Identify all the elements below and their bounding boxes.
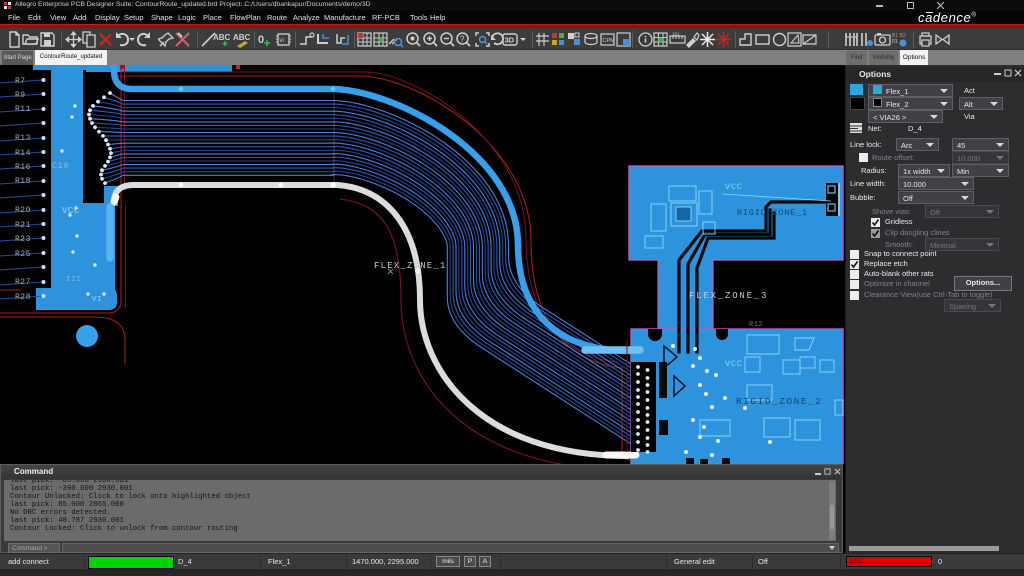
svg-text:R7: R7 [15, 77, 26, 86]
svg-text:VCC: VCC [725, 359, 743, 369]
svg-text:R9: R9 [15, 91, 26, 100]
svg-text:RIGID_ZONE_2: RIGID_ZONE_2 [736, 396, 822, 407]
svg-text:R28: R28 [15, 293, 31, 302]
svg-text:R21: R21 [15, 221, 31, 230]
svg-text:R25: R25 [15, 250, 31, 259]
svg-text:3D: 3D [505, 36, 515, 45]
svg-text:R14: R14 [15, 149, 31, 158]
svg-text:0: 0 [258, 34, 264, 46]
svg-text:ABC: ABC [213, 33, 230, 42]
svg-text:?: ? [460, 35, 465, 44]
svg-text:101: 101 [672, 32, 680, 37]
svg-text:R20: R20 [15, 206, 31, 215]
svg-text:VI: VI [92, 296, 102, 304]
svg-text:FLEX_ZONE_1: FLEX_ZONE_1 [374, 261, 447, 271]
svg-text:CPM: CPM [603, 38, 616, 44]
svg-text:vi: vi [280, 38, 284, 44]
svg-text:VCC: VCC [62, 206, 80, 216]
svg-text:ABC: ABC [233, 33, 250, 42]
svg-text:R13: R13 [15, 134, 31, 143]
svg-text:R27: R27 [15, 278, 31, 287]
svg-text:VCC: VCC [725, 182, 743, 192]
svg-text:RIGID_ZONE_1: RIGID_ZONE_1 [737, 208, 808, 218]
svg-text:R16: R16 [15, 163, 31, 172]
svg-text:R23: R23 [15, 235, 31, 244]
svg-text:R11: R11 [15, 105, 31, 114]
svg-text:R12: R12 [749, 321, 763, 329]
svg-text:01: 01 [892, 39, 898, 45]
svg-text:R18: R18 [15, 177, 31, 186]
svg-text:III: III [66, 276, 81, 284]
svg-text:FLEX_ZONE_3: FLEX_ZONE_3 [689, 291, 768, 301]
svg-text:C10: C10 [52, 161, 69, 171]
